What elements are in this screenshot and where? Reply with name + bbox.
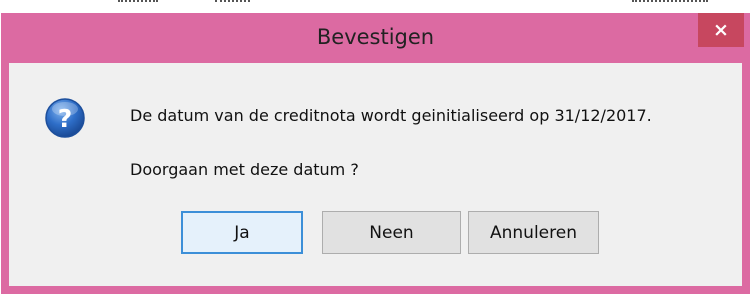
background-window-fragment bbox=[0, 0, 753, 14]
no-button[interactable]: Neen bbox=[322, 211, 461, 254]
question-icon: ? bbox=[44, 97, 86, 139]
dialog-title: Bevestigen bbox=[316, 25, 435, 49]
question-text: Doorgaan met deze datum ? bbox=[130, 160, 359, 179]
confirm-dialog: Bevestigen × ? De datum van de creditnot… bbox=[1, 13, 750, 294]
background-fragment bbox=[118, 0, 158, 8]
close-icon: × bbox=[713, 19, 729, 41]
background-fragment bbox=[215, 0, 250, 8]
svg-text:?: ? bbox=[58, 104, 73, 133]
close-button[interactable]: × bbox=[698, 13, 744, 47]
dialog-titlebar[interactable]: Bevestigen × bbox=[1, 13, 750, 63]
dialog-body: ? De datum van de creditnota wordt geini… bbox=[9, 63, 742, 286]
yes-button[interactable]: Ja bbox=[181, 211, 303, 254]
message-text: De datum van de creditnota wordt geiniti… bbox=[130, 106, 652, 125]
background-fragment bbox=[632, 0, 708, 8]
cancel-button[interactable]: Annuleren bbox=[468, 211, 599, 254]
